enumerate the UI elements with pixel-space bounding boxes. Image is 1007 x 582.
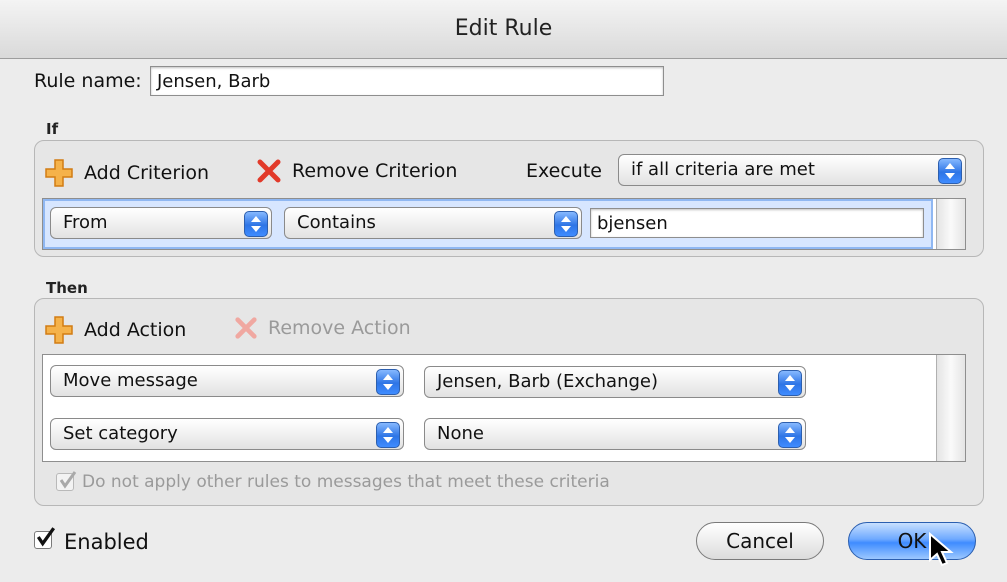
action-2-popup[interactable]: Set category [50, 418, 404, 450]
rule-name-label: Rule name: [34, 70, 142, 92]
criterion-field-popup[interactable]: From [50, 207, 272, 239]
action-1-target-popup[interactable]: Jensen, Barb (Exchange) [424, 366, 806, 398]
stop-rules-checkbox[interactable] [56, 471, 77, 491]
action-1-value: Move message [63, 370, 198, 391]
criterion-value-input[interactable]: bjensen [590, 208, 924, 238]
popup-arrows-icon [778, 370, 802, 396]
add-criterion-label: Add Criterion [84, 162, 210, 184]
remove-x-icon [257, 159, 281, 183]
enabled-checkbox[interactable] [34, 527, 56, 549]
popup-arrows-icon [778, 422, 802, 448]
remove-criterion-label: Remove Criterion [292, 160, 458, 182]
criterion-operator-value: Contains [297, 212, 376, 233]
add-criterion-button[interactable]: Add Criterion [44, 158, 209, 188]
execute-popup[interactable]: if all criteria are met [618, 154, 966, 186]
action-1-target-value: Jensen, Barb (Exchange) [437, 371, 659, 392]
remove-x-icon [235, 317, 257, 339]
action-1-popup[interactable]: Move message [50, 365, 404, 397]
ok-button[interactable]: OK [848, 522, 976, 560]
checkmark-icon [59, 471, 77, 489]
rule-name-input[interactable]: Jensen, Barb [150, 66, 664, 96]
add-action-label: Add Action [84, 319, 187, 341]
action-2-value: Set category [63, 423, 178, 444]
popup-arrows-icon [244, 211, 268, 237]
execute-label: Execute [526, 160, 602, 182]
actions-scrollbar[interactable] [936, 355, 965, 461]
remove-action-label: Remove Action [268, 317, 411, 339]
plus-icon [45, 159, 73, 187]
action-2-target-value: None [437, 423, 484, 444]
popup-arrows-icon [554, 211, 578, 237]
remove-criterion-button[interactable]: Remove Criterion [256, 158, 457, 184]
popup-arrows-icon [938, 158, 962, 184]
criteria-scrollbar[interactable] [936, 199, 965, 249]
window-title: Edit Rule [454, 16, 553, 41]
popup-arrows-icon [376, 369, 400, 395]
action-2-target-popup[interactable]: None [424, 418, 806, 450]
mouse-cursor-icon [929, 532, 954, 567]
cancel-button[interactable]: Cancel [696, 522, 824, 560]
add-action-button[interactable]: Add Action [44, 315, 186, 345]
execute-popup-value: if all criteria are met [631, 159, 815, 180]
plus-icon [45, 316, 73, 344]
checkmark-icon [36, 527, 56, 547]
remove-action-button[interactable]: Remove Action [234, 316, 411, 340]
if-section-title: If [46, 120, 59, 138]
criterion-operator-popup[interactable]: Contains [284, 207, 582, 239]
stop-rules-label: Do not apply other rules to messages tha… [82, 472, 610, 492]
enabled-label: Enabled [64, 530, 149, 554]
criterion-field-value: From [63, 212, 108, 233]
then-section-title: Then [46, 279, 88, 297]
popup-arrows-icon [376, 422, 400, 448]
title-bar: Edit Rule [0, 0, 1007, 59]
